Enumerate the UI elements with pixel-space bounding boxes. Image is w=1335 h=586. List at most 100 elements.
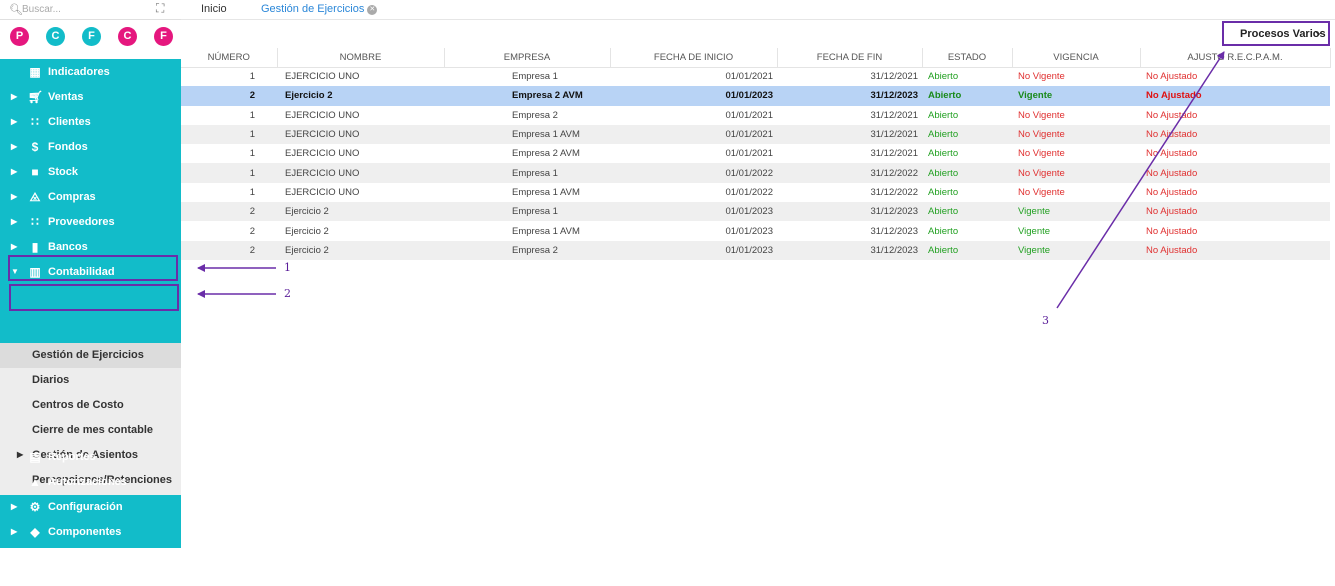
caret-right-icon: ▶ — [11, 192, 18, 201]
gears-icon: ⚙︎ — [29, 500, 41, 514]
sidebar-menu: ▦ Indicadores ▶ 🛒︎ Ventas ▶ ∷ Clientes ▶ $ Fondos ▶… — [0, 59, 181, 548]
table-row[interactable]: 1 EJERCICIO UNO Empresa 1 AVM 01/01/2022 31/… — [181, 183, 1330, 202]
sidebar-item-fondos-label: Fondos — [48, 141, 88, 153]
tab-inicio[interactable]: Inicio — [201, 3, 227, 15]
table-cell: 31/12/2021 — [870, 148, 918, 160]
sidebar-item-configuracion-label: Configuración — [48, 501, 123, 513]
caret-right-icon: ▶ — [11, 92, 18, 101]
caret-right-icon: ▶ — [11, 527, 18, 536]
table-cell: Empresa 2 AVM — [512, 148, 580, 160]
submenu-item-cierre-de-mes-contable[interactable]: Cierre de mes contable — [0, 418, 181, 443]
sidebar-item-indicadores[interactable]: ▦ Indicadores — [0, 60, 181, 85]
column-header[interactable]: EMPRESA — [444, 48, 611, 68]
search-input[interactable] — [22, 2, 142, 17]
avatar-1[interactable]: C — [46, 27, 65, 46]
table-header-row: NÚMERO NOMBRE EMPRESA FECHA DE INICIO FECHA … — [181, 48, 1331, 68]
report-icon: ▤ — [29, 450, 41, 464]
sidebar-item-proveedores[interactable]: ▶ ∷ Proveedores — [0, 210, 181, 235]
table-cell: 31/12/2023 — [777, 240, 922, 260]
table-cell: No Ajustado — [1140, 163, 1330, 183]
people-icon: ∷ — [31, 215, 39, 229]
tab-gestion-ejercicios[interactable]: Gestión de Ejercicios ✕ — [261, 3, 378, 15]
table-cell: 01/01/2023 — [610, 240, 777, 260]
sidebar-item-bancos[interactable]: ▶ ▮ Bancos — [0, 235, 181, 260]
table-row[interactable]: 2 Ejercicio 2 Empresa 2 01/01/2023 31/12/202… — [181, 240, 1330, 260]
column-header[interactable]: FECHA DE FIN — [777, 48, 923, 68]
column-header[interactable]: VIGENCIA — [1012, 48, 1141, 68]
table-cell: Empresa 1 AVM — [512, 186, 580, 198]
submenu-item-centros-de-costo[interactable]: Centros de Costo — [0, 393, 181, 418]
table-row[interactable]: 2 Ejercicio 2 Empresa 1 01/01/2023 31/12/202… — [181, 202, 1330, 222]
sidebar-item-stock[interactable]: ▶ ■ Stock — [0, 160, 181, 185]
table-cell: Abierto — [928, 71, 959, 83]
sidebar-item-compras[interactable]: ▶ ⨻ Compras — [0, 185, 181, 210]
table-cell: No Ajustado — [1146, 225, 1198, 237]
search-icon: 🔍︎ — [9, 4, 23, 16]
submenu-item-label: Cierre de mes contable — [32, 424, 154, 436]
table-cell: 01/01/2023 — [725, 225, 773, 237]
tab-gestion-ejercicios-label: Gestión de Ejercicios — [261, 3, 365, 15]
table-cell: Vigente — [1018, 225, 1051, 237]
table-cell: No Ajustado — [1140, 202, 1330, 222]
sidebar-item-fondos[interactable]: ▶ $ Fondos — [0, 135, 181, 160]
table-row[interactable]: 1 EJERCICIO UNO Empresa 1 01/01/2021 31/12/2… — [181, 67, 1330, 86]
table-cell: 01/01/2021 — [610, 124, 777, 145]
basket-icon: ⨻ — [29, 190, 41, 204]
submenu-item-gestion-de-ejercicios[interactable]: Gestión de Ejercicios — [0, 343, 181, 368]
table-cell: Abierto — [928, 109, 959, 121]
table-cell: Abierto — [928, 148, 959, 160]
table-cell: 01/01/2023 — [610, 202, 777, 222]
table-cell: No Ajustado — [1146, 148, 1198, 160]
table-cell: 2 — [181, 202, 277, 222]
cart-icon: 🛒︎ — [28, 90, 44, 104]
table-cell: 1 — [249, 186, 255, 198]
table-cell: EJERCICIO UNO — [285, 148, 360, 160]
fullscreen-icon[interactable]: ⛶ — [156, 1, 164, 16]
table-cell: 31/12/2023 — [777, 202, 922, 222]
close-icon[interactable]: ✕ — [367, 5, 378, 15]
table-row[interactable]: 2 Ejercicio 2 Empresa 2 AVM 01/01/2023 31/12… — [181, 86, 1330, 106]
table-cell: EJERCICIO UNO — [285, 186, 360, 198]
sidebar-item-ventas[interactable]: ▶ 🛒︎ Ventas — [0, 85, 181, 110]
table-cell: No Ajustado — [1146, 109, 1198, 121]
table-cell: Vigente — [1012, 202, 1140, 222]
table-row[interactable]: 2 Ejercicio 2 Empresa 1 AVM 01/01/2023 31/12… — [181, 221, 1330, 240]
column-header[interactable]: AJUSTO R.E.C.P.A.M. — [1140, 48, 1331, 68]
column-header[interactable]: ESTADO — [922, 48, 1013, 68]
table-cell: Abierto — [928, 186, 959, 198]
avatar-0[interactable]: P — [10, 27, 29, 46]
annotation-label-2: 2 — [284, 287, 291, 300]
table-cell: Ejercicio 2 — [277, 86, 444, 106]
column-header[interactable]: NOMBRE — [277, 48, 445, 68]
table-cell: No Vigente — [1018, 148, 1065, 160]
submenu-item-diarios[interactable]: Diarios — [0, 368, 181, 393]
table-row[interactable]: 1 EJERCICIO UNO Empresa 2 AVM 01/01/2021 31/… — [181, 144, 1330, 163]
table-cell: 01/01/2023 — [610, 86, 777, 106]
avatar-3[interactable]: C — [118, 27, 137, 46]
table-row[interactable]: 1 EJERCICIO UNO Empresa 1 01/01/2022 31/12/2… — [181, 163, 1330, 183]
procesos-varios-button[interactable]: Procesos Varios ⌵ — [1222, 21, 1330, 46]
sidebar-item-autorizaciones[interactable]: ▲ Autorizaciones — [0, 470, 181, 495]
column-header[interactable]: FECHA DE INICIO — [610, 48, 778, 68]
table-cell: 01/01/2021 — [725, 109, 773, 121]
column-header[interactable]: NÚMERO — [181, 48, 278, 68]
submenu-item-label: Gestión de Ejercicios — [32, 349, 144, 361]
sidebar-item-clientes[interactable]: ▶ ∷ Clientes — [0, 110, 181, 135]
table-cell: No Vigente — [1018, 109, 1065, 121]
table-cell: 1 — [181, 163, 277, 183]
avatar-4[interactable]: F — [154, 27, 173, 46]
sidebar-item-componentes[interactable]: ▶ ◆ Componentes — [0, 520, 181, 545]
avatar-2[interactable]: F — [82, 27, 101, 46]
table-cell: Empresa 2 AVM — [444, 86, 610, 106]
sidebar-item-autorizaciones-label: Autorizaciones — [48, 476, 127, 488]
briefcase-icon: ▮ — [31, 240, 39, 254]
sidebar-item-configuracion[interactable]: ▶ ⚙︎ Configuración — [0, 495, 181, 520]
sidebar-item-reportes[interactable]: ▤ Reportes — [0, 445, 181, 470]
procesos-varios-label: Procesos Varios — [1240, 28, 1326, 40]
table-row[interactable]: 1 EJERCICIO UNO Empresa 1 AVM 01/01/2021 31/… — [181, 124, 1330, 145]
table-cell: Empresa 2 — [444, 240, 610, 260]
table-row[interactable]: 1 EJERCICIO UNO Empresa 2 01/01/2021 31/12/2… — [181, 106, 1330, 125]
table-cell: EJERCICIO UNO — [277, 163, 444, 183]
sidebar-item-contabilidad[interactable]: ▼ ▥ Contabilidad — [0, 260, 181, 285]
table-cell: 31/12/2021 — [870, 71, 918, 83]
